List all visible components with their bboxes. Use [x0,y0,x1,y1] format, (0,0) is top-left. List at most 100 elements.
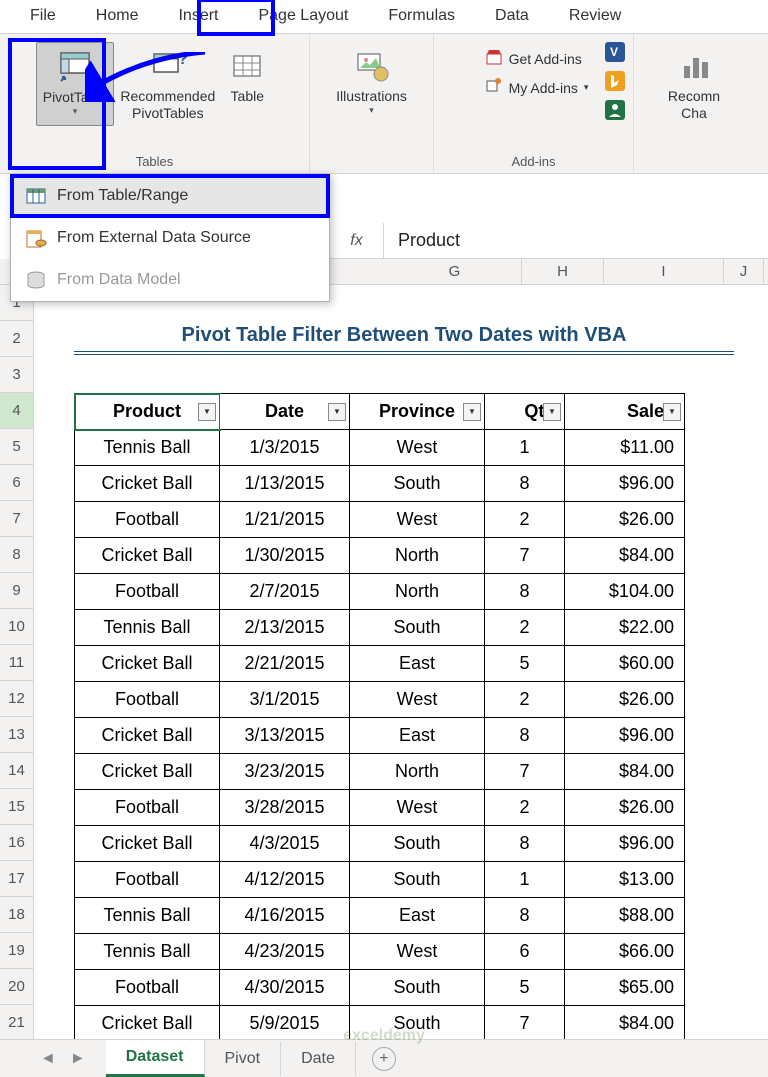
cell-product[interactable]: Cricket Ball [75,646,220,682]
cell-province[interactable]: South [350,862,485,898]
row-17[interactable]: 17 [0,861,34,897]
cell-qty[interactable]: 8 [485,574,565,610]
cell-sales[interactable]: $11.00 [565,430,685,466]
cell-date[interactable]: 4/16/2015 [220,898,350,934]
cell-date[interactable]: 4/12/2015 [220,862,350,898]
cell-product[interactable]: Football [75,502,220,538]
cell-province[interactable]: South [350,1006,485,1042]
row-15[interactable]: 15 [0,789,34,825]
col-h[interactable]: H [522,259,604,284]
tab-data[interactable]: Data [475,0,549,33]
cell-province[interactable]: West [350,502,485,538]
cell-date[interactable]: 4/23/2015 [220,934,350,970]
sheet-date[interactable]: Date [281,1042,356,1076]
cell-qty[interactable]: 1 [485,430,565,466]
col-i[interactable]: I [604,259,724,284]
cell-product[interactable]: Cricket Ball [75,718,220,754]
recommended-charts-button[interactable]: Recomn Cha [662,42,726,126]
cell-date[interactable]: 3/23/2015 [220,754,350,790]
from-external-item[interactable]: From External Data Source [11,217,329,259]
row-18[interactable]: 18 [0,897,34,933]
illustrations-button[interactable]: Illustrations ▾ [330,42,413,120]
cell-province[interactable]: North [350,574,485,610]
cell-province[interactable]: South [350,970,485,1006]
cell-date[interactable]: 4/3/2015 [220,826,350,862]
row-4[interactable]: 4 [0,393,34,429]
cell-sales[interactable]: $88.00 [565,898,685,934]
cell-qty[interactable]: 7 [485,1006,565,1042]
cell-sales[interactable]: $96.00 [565,466,685,502]
header-date[interactable]: Date▼ [220,394,350,430]
cell-province[interactable]: South [350,610,485,646]
tab-home[interactable]: Home [76,0,159,33]
cell-sales[interactable]: $84.00 [565,754,685,790]
row-9[interactable]: 9 [0,573,34,609]
cell-product[interactable]: Cricket Ball [75,1006,220,1042]
sheet-dataset[interactable]: Dataset [106,1040,205,1077]
cell-sales[interactable]: $104.00 [565,574,685,610]
tab-file[interactable]: File [10,0,76,33]
cell-product[interactable]: Tennis Ball [75,898,220,934]
cell-qty[interactable]: 2 [485,610,565,646]
row-10[interactable]: 10 [0,609,34,645]
cell-qty[interactable]: 7 [485,754,565,790]
cell-product[interactable]: Tennis Ball [75,610,220,646]
cell-sales[interactable]: $84.00 [565,538,685,574]
cell-date[interactable]: 4/30/2015 [220,970,350,1006]
col-j[interactable]: J [724,259,764,284]
cell-product[interactable]: Tennis Ball [75,430,220,466]
cell-sales[interactable]: $96.00 [565,826,685,862]
filter-button[interactable]: ▼ [198,403,216,421]
row-3[interactable]: 3 [0,357,34,393]
filter-button[interactable]: ▼ [463,403,481,421]
row-2[interactable]: 2 [0,321,34,357]
fx-label[interactable]: fx [330,223,384,258]
row-13[interactable]: 13 [0,717,34,753]
cell-province[interactable]: East [350,646,485,682]
tab-review[interactable]: Review [549,0,641,33]
cell-qty[interactable]: 8 [485,718,565,754]
row-16[interactable]: 16 [0,825,34,861]
cell-qty[interactable]: 5 [485,970,565,1006]
cell-sales[interactable]: $22.00 [565,610,685,646]
cell-sales[interactable]: $13.00 [565,862,685,898]
cell-qty[interactable]: 8 [485,466,565,502]
table-button[interactable]: Table [221,42,273,126]
from-table-range-item[interactable]: From Table/Range [11,175,329,217]
cell-province[interactable]: West [350,934,485,970]
cell-product[interactable]: Football [75,862,220,898]
cell-province[interactable]: South [350,466,485,502]
cell-product[interactable]: Football [75,682,220,718]
row-12[interactable]: 12 [0,681,34,717]
cell-date[interactable]: 3/13/2015 [220,718,350,754]
cell-qty[interactable]: 2 [485,790,565,826]
cell-product[interactable]: Tennis Ball [75,934,220,970]
people-icon[interactable] [605,100,625,125]
cell-date[interactable]: 5/9/2015 [220,1006,350,1042]
visio-icon[interactable]: V [605,42,625,67]
tab-formulas[interactable]: Formulas [368,0,475,33]
cell-date[interactable]: 1/3/2015 [220,430,350,466]
row-8[interactable]: 8 [0,537,34,573]
header-qty[interactable]: Qty.▼ [485,394,565,430]
cell-sales[interactable]: $96.00 [565,718,685,754]
cell-sales[interactable]: $66.00 [565,934,685,970]
cell-sales[interactable]: $84.00 [565,1006,685,1042]
row-7[interactable]: 7 [0,501,34,537]
cell-product[interactable]: Cricket Ball [75,538,220,574]
cell-date[interactable]: 3/1/2015 [220,682,350,718]
cell-sales[interactable]: $60.00 [565,646,685,682]
bing-icon[interactable] [605,71,625,96]
cell-qty[interactable]: 8 [485,898,565,934]
row-20[interactable]: 20 [0,969,34,1005]
cell-sales[interactable]: $26.00 [565,790,685,826]
cell-date[interactable]: 1/30/2015 [220,538,350,574]
sheet-pivot[interactable]: Pivot [205,1042,282,1076]
cell-date[interactable]: 1/13/2015 [220,466,350,502]
cell-product[interactable]: Football [75,574,220,610]
row-6[interactable]: 6 [0,465,34,501]
cell-date[interactable]: 2/13/2015 [220,610,350,646]
cell-province[interactable]: West [350,682,485,718]
formula-input[interactable]: Product [384,223,768,258]
cell-date[interactable]: 3/28/2015 [220,790,350,826]
